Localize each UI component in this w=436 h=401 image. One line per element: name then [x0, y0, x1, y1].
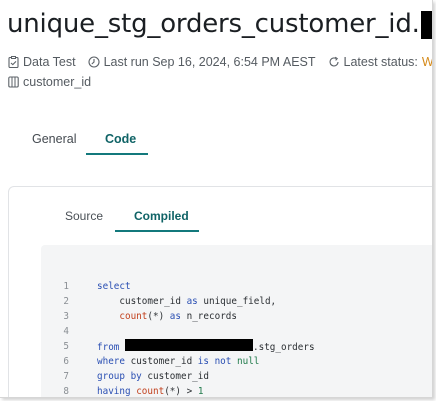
- active-tab-indicator: [86, 153, 148, 155]
- code-line: 8 having count(*) > 1: [63, 386, 204, 397]
- column-row: customer_id: [8, 75, 91, 89]
- tab-general[interactable]: General: [32, 132, 76, 146]
- resource-type-label: Data Test: [23, 55, 76, 69]
- tab-code[interactable]: Code: [105, 132, 136, 146]
- refresh-icon: [329, 56, 339, 67]
- active-subtab-indicator: [115, 230, 199, 232]
- code-line: 6 where customer_id is not null: [63, 356, 260, 367]
- subtab-compiled[interactable]: Compiled: [134, 209, 189, 223]
- code-line: 7 group by customer_id: [63, 371, 209, 382]
- metadata-row: Data Test Last run Sep 16, 2024, 6:54 PM…: [8, 55, 433, 69]
- resource-type: Data Test: [8, 55, 76, 69]
- latest-status: Latest status: Warn: [328, 55, 433, 69]
- status-badge: Warn: [421, 55, 433, 69]
- redaction-block: [420, 11, 432, 39]
- title-row: unique_stg_orders_customer_id.: [7, 9, 432, 39]
- code-line: 4: [63, 326, 69, 337]
- last-run: Last run Sep 16, 2024, 6:54 PM AEST: [88, 55, 316, 69]
- code-line: 3 count(*) as n_records: [63, 311, 237, 322]
- test-details-page: unique_stg_orders_customer_id. Data Test…: [0, 0, 433, 398]
- clock-icon: [88, 56, 100, 68]
- subtab-source[interactable]: Source: [65, 209, 103, 223]
- main-tabs: General Code: [0, 128, 432, 156]
- latest-status-label: Latest status:: [343, 55, 418, 69]
- code-subtabs: Source Compiled: [9, 187, 432, 237]
- code-line: 2 customer_id as unique_field,: [63, 296, 277, 307]
- last-run-label: Last run Sep 16, 2024, 6:54 PM AEST: [103, 55, 316, 69]
- code-panel: Source Compiled 1 select 2 customer_id as…: [8, 186, 432, 397]
- code-line: 5 from .stg_orders: [63, 339, 315, 353]
- code-block: 1 select 2 customer_id as unique_field, 3…: [41, 245, 432, 397]
- table-column-icon: [8, 76, 19, 88]
- column-name: customer_id: [23, 75, 92, 89]
- clipboard-check-icon: [8, 56, 19, 68]
- code-line: 1 select: [63, 281, 131, 292]
- page-title: unique_stg_orders_customer_id.: [7, 9, 420, 39]
